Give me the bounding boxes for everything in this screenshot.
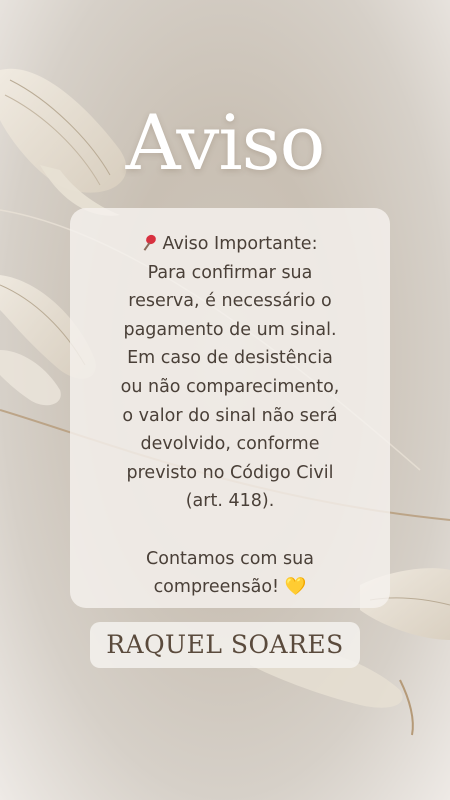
signature-name: RAQUEL SOARES — [90, 622, 360, 668]
notice-line: ou não comparecimento, — [120, 376, 340, 397]
notice-card: Aviso Importante: Para confirmar sua res… — [70, 208, 390, 608]
notice-line: reserva, é necessário o — [128, 291, 332, 312]
notice-line: Em caso de desistência — [127, 348, 333, 369]
notice-heading-line: Aviso Importante: — [70, 230, 390, 259]
pushpin-icon — [143, 235, 157, 251]
notice-line: pagamento de um sinal. — [123, 319, 337, 340]
closing-line: Contamos com sua — [146, 548, 314, 569]
notice-text: Aviso Importante: Para confirmar sua res… — [70, 230, 390, 602]
notice-line: o valor do sinal não será — [122, 405, 338, 426]
closing-line: compreensão! 💛 — [153, 577, 307, 598]
notice-line: (art. 418). — [185, 491, 275, 512]
yellow-heart-icon: 💛 — [284, 577, 307, 598]
notice-line: devolvido, conforme — [140, 434, 320, 455]
notice-line: Para confirmar sua — [147, 262, 313, 283]
notice-line: previsto no Código Civil — [126, 462, 334, 483]
page-title: Aviso — [125, 98, 326, 187]
